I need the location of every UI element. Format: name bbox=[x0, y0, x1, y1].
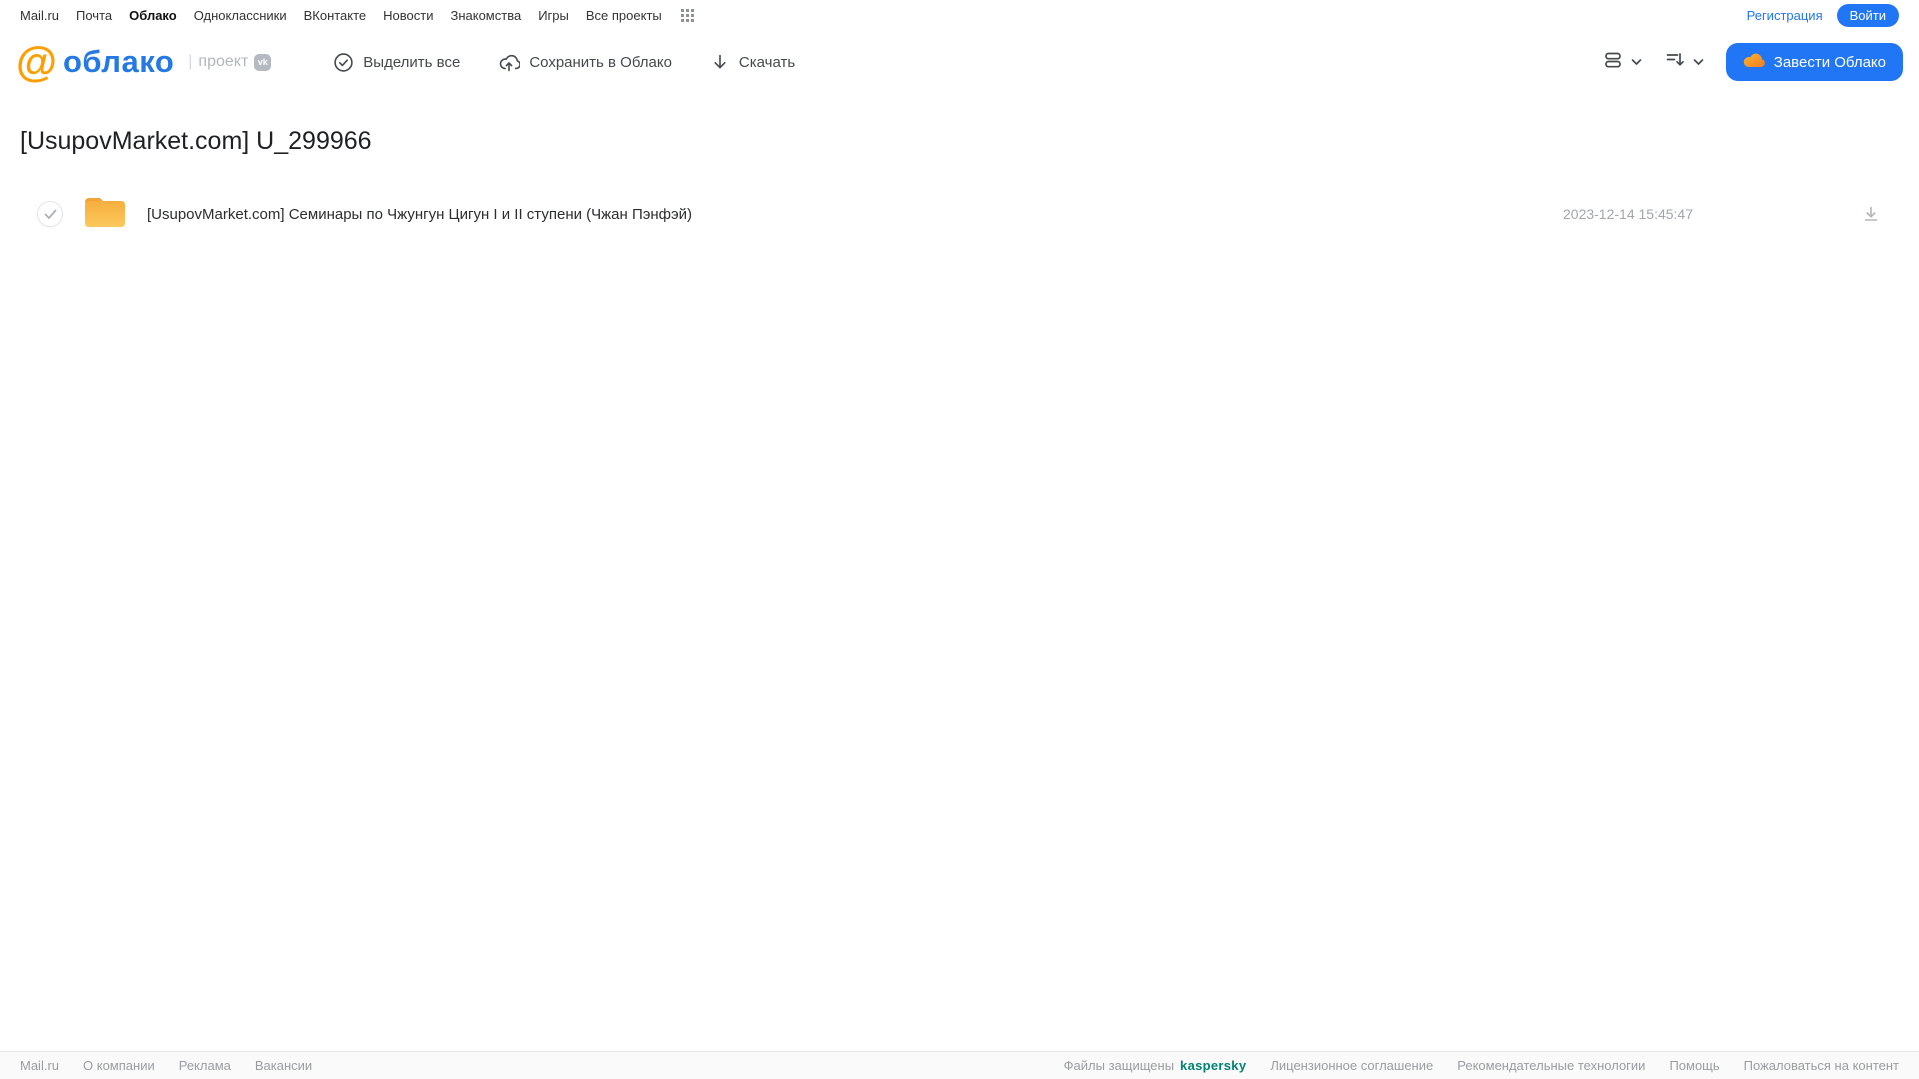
nav-mailru[interactable]: Mail.ru bbox=[20, 8, 59, 23]
nav-vkontakte[interactable]: ВКонтакте bbox=[304, 8, 367, 23]
file-row[interactable]: [UsupovMarket.com] Семинары по Чжунгун Ц… bbox=[20, 190, 1899, 238]
content-area: [UsupovMarket.com] U_299966 [UsupovMarke… bbox=[0, 127, 1919, 238]
download-button[interactable]: Скачать bbox=[710, 52, 795, 72]
file-date: 2023-12-14 15:45:47 bbox=[1563, 206, 1693, 222]
footer-mailru-link[interactable]: Mail.ru bbox=[20, 1058, 59, 1073]
sort-icon bbox=[1664, 49, 1686, 76]
footer-recommendations-link[interactable]: Рекомендательные технологии bbox=[1457, 1058, 1645, 1073]
check-circle-icon bbox=[333, 52, 354, 73]
cloud-logo[interactable]: @ облако | проект vk bbox=[16, 38, 272, 85]
project-label: проект bbox=[198, 53, 249, 70]
footer-jobs-link[interactable]: Вакансии bbox=[255, 1058, 312, 1073]
nav-oblako[interactable]: Облако bbox=[129, 8, 177, 23]
chevron-down-icon bbox=[1631, 53, 1642, 71]
view-mode-icon bbox=[1602, 49, 1624, 76]
login-button[interactable]: Войти bbox=[1836, 3, 1899, 27]
check-icon bbox=[44, 209, 56, 219]
file-name-link[interactable]: [UsupovMarket.com] Семинары по Чжунгун Ц… bbox=[147, 206, 692, 223]
cloud-upload-icon bbox=[498, 52, 521, 73]
footer: Mail.ru О компании Реклама Вакансии Файл… bbox=[0, 1051, 1919, 1079]
sort-dropdown[interactable] bbox=[1664, 49, 1704, 76]
footer-about-link[interactable]: О компании bbox=[83, 1058, 155, 1073]
footer-help-link[interactable]: Помощь bbox=[1669, 1058, 1719, 1073]
select-all-label: Выделить все bbox=[363, 53, 461, 71]
nav-novosti[interactable]: Новости bbox=[383, 8, 433, 23]
row-download-icon[interactable] bbox=[1859, 202, 1883, 226]
portal-nav: Mail.ru Почта Облако Одноклассники ВКонт… bbox=[0, 0, 1919, 30]
folder-icon bbox=[82, 193, 128, 236]
nav-znakomstva[interactable]: Знакомства bbox=[450, 8, 521, 23]
nav-pochta[interactable]: Почта bbox=[76, 8, 112, 23]
cloud-icon bbox=[1743, 52, 1765, 72]
project-separator: | bbox=[188, 53, 193, 70]
register-link[interactable]: Регистрация bbox=[1747, 8, 1823, 23]
create-cloud-button[interactable]: Завести Облако bbox=[1725, 43, 1903, 81]
select-all-button[interactable]: Выделить все bbox=[333, 52, 460, 73]
download-arrow-icon bbox=[710, 52, 730, 72]
download-label: Скачать bbox=[738, 53, 796, 71]
vk-badge-icon: vk bbox=[254, 53, 272, 71]
footer-report-link[interactable]: Пожаловаться на контент bbox=[1744, 1058, 1899, 1073]
footer-license-link[interactable]: Лицензионное соглашение bbox=[1270, 1058, 1433, 1073]
mailru-at-icon: @ bbox=[16, 38, 57, 85]
kaspersky-logo: kaspersky bbox=[1180, 1058, 1247, 1073]
chevron-down-icon bbox=[1693, 53, 1704, 71]
project-tag: | проект vk bbox=[188, 53, 272, 71]
file-toolbar: Выделить все Сохранить в Облако Скачать bbox=[333, 52, 795, 73]
row-checkbox[interactable] bbox=[37, 201, 63, 227]
nav-igry[interactable]: Игры bbox=[538, 8, 569, 23]
view-mode-dropdown[interactable] bbox=[1602, 49, 1642, 76]
nav-vse-proekty[interactable]: Все проекты bbox=[586, 8, 662, 23]
save-to-cloud-button[interactable]: Сохранить в Облако bbox=[498, 52, 672, 73]
nav-odnoklassniki[interactable]: Одноклассники bbox=[194, 8, 287, 23]
footer-ads-link[interactable]: Реклама bbox=[179, 1058, 231, 1073]
app-header: @ облако | проект vk Выделить все Сохран… bbox=[0, 30, 1919, 94]
page-title: [UsupovMarket.com] U_299966 bbox=[20, 127, 372, 155]
logo-text: облако bbox=[62, 44, 175, 79]
kaspersky-protected[interactable]: Файлы защищены kaspersky bbox=[1064, 1058, 1247, 1073]
protected-label: Файлы защищены bbox=[1063, 1058, 1175, 1073]
all-projects-grid-icon[interactable] bbox=[680, 8, 694, 22]
save-to-cloud-label: Сохранить в Облако bbox=[529, 53, 672, 71]
create-cloud-label: Завести Облако bbox=[1773, 53, 1886, 71]
